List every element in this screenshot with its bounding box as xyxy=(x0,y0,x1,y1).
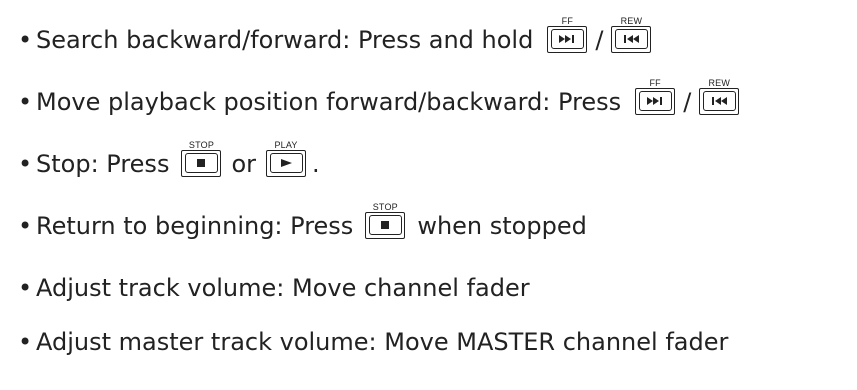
key-label: PLAY xyxy=(274,139,298,150)
list-item: • Adjust master track volume: Move MASTE… xyxy=(18,320,728,364)
bullet: • xyxy=(18,274,33,302)
key-label: REW xyxy=(620,15,643,26)
list-item: • Stop: Press STOP or PLAY . xyxy=(18,139,320,186)
bullet: • xyxy=(18,88,33,116)
bullet: • xyxy=(18,150,33,178)
stop-icon xyxy=(381,221,390,229)
stop-icon xyxy=(197,159,206,167)
separator: or xyxy=(231,150,257,178)
item-text: Move playback position forward/backward:… xyxy=(36,88,622,116)
list-item: • Return to beginning: Press STOP when s… xyxy=(18,201,587,248)
separator: / xyxy=(683,88,692,116)
key-label: STOP xyxy=(372,201,398,212)
item-text: Search backward/forward: Press and hold xyxy=(36,26,534,54)
rewind-icon xyxy=(624,35,640,43)
bullet: • xyxy=(18,328,33,356)
item-text: Stop: Press xyxy=(36,150,170,178)
fast-forward-icon xyxy=(647,97,663,105)
play-icon xyxy=(281,159,293,167)
stop-key: STOP xyxy=(181,139,222,177)
rew-key: REW xyxy=(699,77,740,115)
item-text: Adjust master track volume: Move MASTER … xyxy=(36,328,729,356)
item-text: Return to beginning: Press xyxy=(36,212,354,240)
bullet: • xyxy=(18,26,33,54)
bullet: • xyxy=(18,212,33,240)
key-label: REW xyxy=(708,77,731,88)
separator: / xyxy=(595,26,604,54)
ff-key: FF xyxy=(635,77,676,115)
key-label: FF xyxy=(561,15,574,26)
rewind-icon xyxy=(712,97,728,105)
rew-key: REW xyxy=(611,15,652,53)
play-key: PLAY xyxy=(266,139,307,177)
stop-key: STOP xyxy=(365,201,406,239)
item-suffix: . xyxy=(312,150,320,178)
fast-forward-icon xyxy=(559,35,575,43)
key-label: FF xyxy=(649,77,661,88)
list-item: • Move playback position forward/backwar… xyxy=(18,77,745,124)
list-item: • Search backward/forward: Press and hol… xyxy=(18,15,657,62)
list-item: • Adjust track volume: Move channel fade… xyxy=(18,266,530,310)
item-text: Adjust track volume: Move channel fader xyxy=(36,274,530,302)
key-label: STOP xyxy=(188,139,215,150)
item-suffix: when stopped xyxy=(417,212,587,240)
ff-key: FF xyxy=(547,15,588,53)
